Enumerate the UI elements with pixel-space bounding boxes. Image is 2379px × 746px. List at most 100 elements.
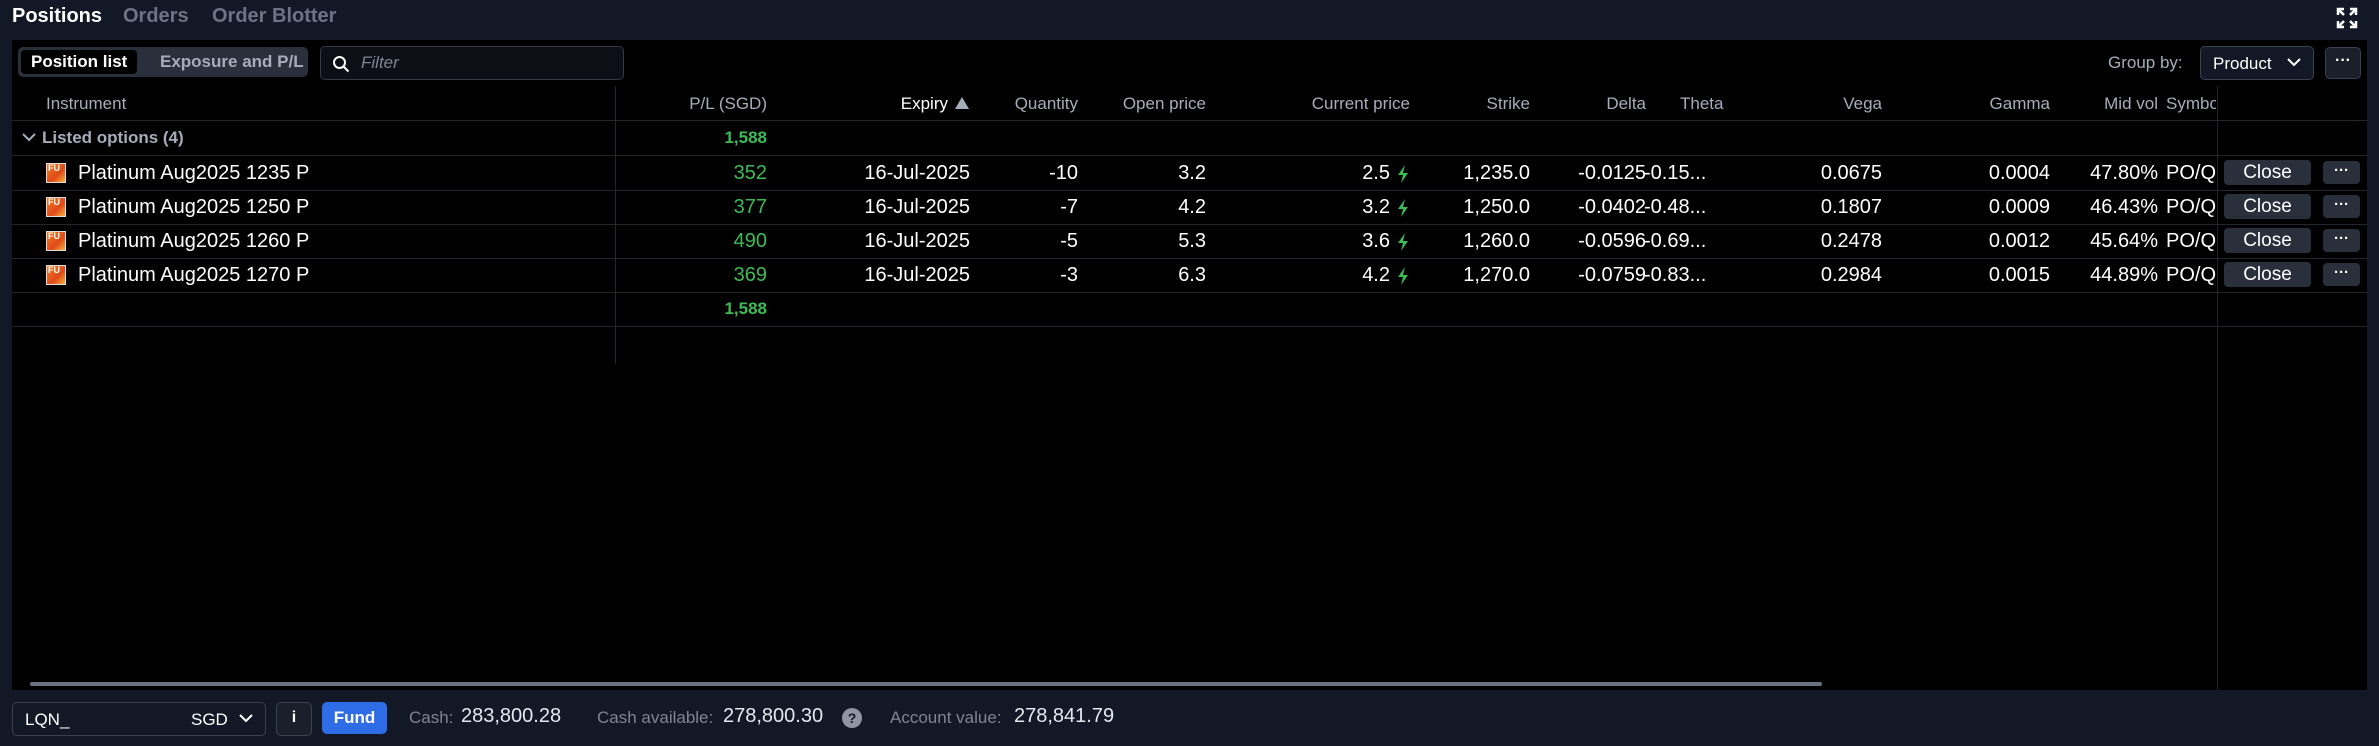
col-quantity[interactable]: Quantity (972, 94, 1078, 114)
table-row[interactable]: FU Platinum Aug2025 1260 P 490 16-Jul-20… (12, 224, 2367, 259)
instrument-name: Platinum Aug2025 1270 P (78, 264, 310, 286)
strike-value: 1,270.0 (1463, 264, 1530, 286)
top-tab-bar: Positions Orders Order Blotter (0, 0, 2379, 38)
table-header: Instrument P/L (SGD) Expiry Quantity Ope… (12, 87, 2367, 121)
tab-order-blotter[interactable]: Order Blotter (212, 5, 336, 28)
mid-vol-value: 47.80% (2090, 162, 2158, 184)
help-icon[interactable]: ? (842, 708, 862, 728)
current-price-value: 3.2 (1362, 196, 1390, 218)
col-vega[interactable]: Vega (1772, 94, 1882, 114)
close-position-button[interactable]: Close (2224, 160, 2311, 185)
symbol-value: PO/Q (2166, 162, 2216, 184)
lightning-icon (1398, 198, 1408, 217)
futures-product-icon: FU (46, 163, 66, 183)
account-currency: SGD (191, 710, 228, 729)
quantity-value: -3 (1060, 264, 1078, 286)
col-pl[interactable]: P/L (SGD) (612, 94, 767, 114)
row-more-button[interactable]: ··· (2323, 263, 2360, 286)
delta-value: -0.0759 (1578, 264, 1646, 286)
theta-value: -0.69... (1644, 230, 1707, 252)
col-gamma[interactable]: Gamma (1892, 94, 2050, 114)
cash-available-value: 278,800.30 (723, 705, 824, 727)
fund-button[interactable]: Fund (322, 702, 387, 734)
expiry-value: 16-Jul-2025 (864, 230, 970, 252)
exposure-pl-option[interactable]: Exposure and P/L (150, 50, 314, 74)
open-price-value: 5.3 (1178, 230, 1206, 252)
account-value: 278,841.79 (1014, 705, 1115, 727)
row-more-button[interactable]: ··· (2323, 195, 2360, 218)
account-selector[interactable]: LQN_ SGD (12, 702, 266, 736)
futures-product-icon: FU (46, 265, 66, 285)
positions-panel: Position list Exposure and P/L Filter Gr… (12, 40, 2367, 690)
total-pl: 1,588 (724, 299, 767, 318)
account-value-label: Account value: (890, 708, 1002, 727)
gamma-value: 0.0009 (1988, 196, 2050, 218)
filter-placeholder: Filter (361, 53, 399, 72)
close-position-button[interactable]: Close (2224, 228, 2311, 253)
row-more-button[interactable]: ··· (2323, 229, 2360, 252)
table-row[interactable]: FU Platinum Aug2025 1250 P 377 16-Jul-20… (12, 190, 2367, 225)
cash-label: Cash: (409, 708, 454, 727)
table-row[interactable]: FU Platinum Aug2025 1235 P 352 16-Jul-20… (12, 156, 2367, 191)
open-price-value: 3.2 (1178, 162, 1206, 184)
group-label-text: Listed options (4) (42, 128, 184, 147)
quantity-value: -7 (1060, 196, 1078, 218)
account-info-button[interactable]: i (276, 702, 312, 736)
quantity-value: -10 (1049, 162, 1078, 184)
position-list-option[interactable]: Position list (21, 50, 138, 74)
group-by-value: Product (2213, 54, 2272, 73)
chevron-down-icon (2287, 58, 2301, 67)
col-expiry-label: Expiry (900, 94, 948, 113)
futures-product-icon: FU (46, 197, 66, 217)
tab-positions[interactable]: Positions (12, 5, 102, 28)
strike-value: 1,260.0 (1463, 230, 1530, 252)
row-more-button[interactable]: ··· (2323, 161, 2360, 184)
symbol-value: PO/Q (2166, 230, 2216, 252)
col-theta[interactable]: Theta (1680, 94, 1723, 114)
chevron-down-icon (239, 714, 253, 723)
close-position-button[interactable]: Close (2224, 262, 2311, 287)
instrument-name: Platinum Aug2025 1250 P (78, 196, 310, 218)
col-symbol[interactable]: Symbo (2166, 94, 2216, 114)
cash-value: 283,800.28 (461, 705, 562, 727)
group-total-pl: 1,588 (724, 128, 767, 147)
col-expiry[interactable]: Expiry (832, 94, 970, 114)
view-toggle: Position list Exposure and P/L (18, 47, 308, 77)
tab-orders[interactable]: Orders (123, 5, 189, 28)
pl-value: 490 (733, 230, 767, 252)
theta-value: -0.48... (1644, 196, 1707, 218)
gamma-value: 0.0015 (1988, 264, 2050, 286)
group-row[interactable]: Listed options (4) 1,588 (12, 121, 2367, 156)
delta-value: -0.0402 (1578, 196, 1646, 218)
table-row[interactable]: FU Platinum Aug2025 1270 P 369 16-Jul-20… (12, 258, 2367, 293)
mid-vol-value: 45.64% (2090, 230, 2158, 252)
vega-value: 0.2984 (1820, 264, 1882, 286)
pl-value: 352 (733, 162, 767, 184)
toolbar-more-button[interactable]: ··· (2325, 47, 2361, 79)
filter-input[interactable]: Filter (320, 46, 624, 80)
col-strike[interactable]: Strike (1412, 94, 1530, 114)
current-price-value: 2.5 (1362, 162, 1390, 184)
account-id: LQN_ (25, 710, 70, 729)
theta-value: -0.15... (1644, 162, 1707, 184)
close-position-button[interactable]: Close (2224, 194, 2311, 219)
group-label[interactable]: Listed options (4) (22, 128, 184, 148)
total-row: 1,588 (12, 292, 2367, 327)
col-current-price[interactable]: Current price (1252, 94, 1410, 114)
account-footer: LQN_ SGD i Fund Cash: 283,800.28 Cash av… (0, 690, 2379, 746)
cash-available-label: Cash available: (597, 708, 714, 727)
maximize-icon[interactable] (2335, 6, 2359, 30)
col-instrument[interactable]: Instrument (46, 94, 126, 114)
pl-value: 377 (733, 196, 767, 218)
gamma-value: 0.0004 (1988, 162, 2050, 184)
group-by-select[interactable]: Product (2200, 46, 2314, 80)
mid-vol-value: 44.89% (2090, 264, 2158, 286)
expiry-value: 16-Jul-2025 (864, 162, 970, 184)
instrument-name: Platinum Aug2025 1235 P (78, 162, 310, 184)
horizontal-scrollbar[interactable] (30, 682, 1822, 686)
col-delta[interactable]: Delta (1532, 94, 1646, 114)
col-open-price[interactable]: Open price (1082, 94, 1206, 114)
col-mid-vol[interactable]: Mid vol (2052, 94, 2158, 114)
lightning-icon (1398, 164, 1408, 183)
pl-value: 369 (733, 264, 767, 286)
